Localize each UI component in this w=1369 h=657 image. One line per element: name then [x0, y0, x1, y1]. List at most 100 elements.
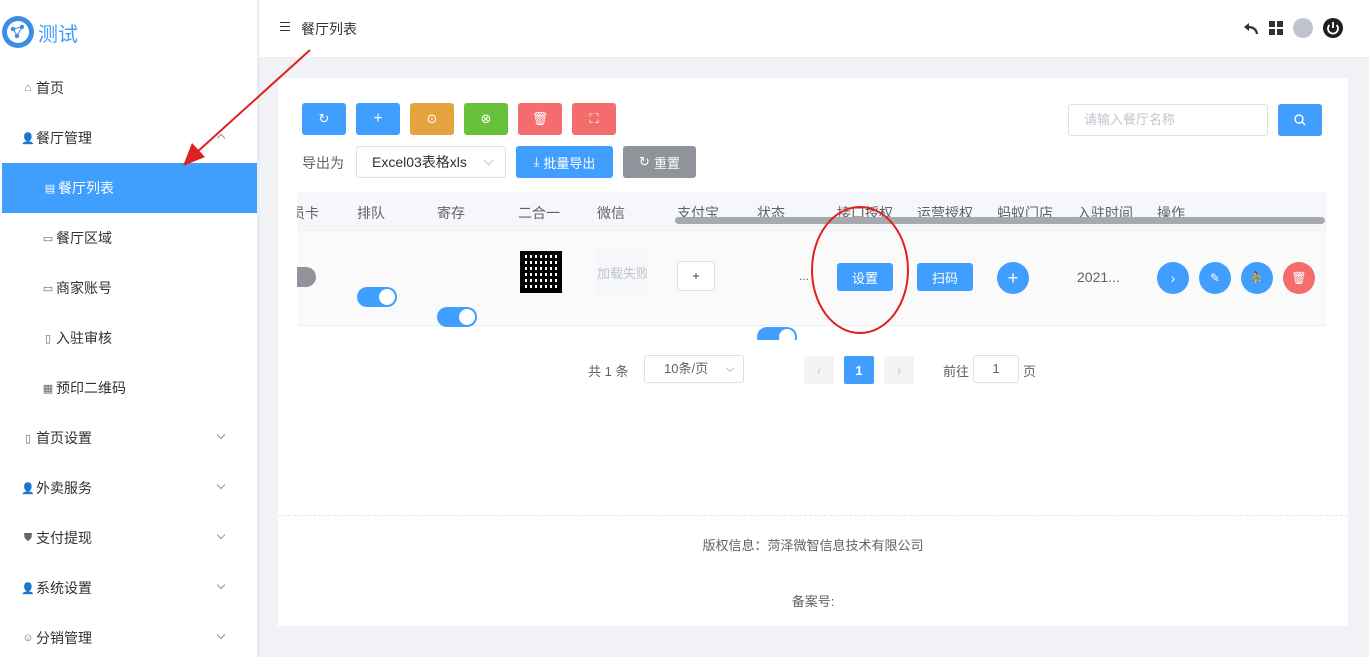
chevron-down-icon — [483, 155, 494, 166]
table-header: 会员卡 排队 寄存 二合一 微信 支付宝 状态 接口授权 运营授权 蚂蚁门店 入… — [297, 192, 1327, 231]
sidebar-item-merchant-account[interactable]: ▭ 商家账号 — [0, 263, 258, 313]
app-title: 测试 — [38, 23, 78, 46]
home-icon: ⌂ — [24, 82, 32, 94]
close-circle-icon: ⊗ — [480, 111, 492, 126]
refresh-button[interactable]: ↻ — [302, 103, 346, 135]
footer-divider — [278, 515, 1348, 516]
menu-toggle-icon[interactable] — [280, 22, 290, 32]
users-icon: ☺ — [22, 632, 34, 644]
view-button[interactable]: › — [1157, 262, 1189, 294]
sidebar-item-label: 预印二维码 — [56, 380, 126, 396]
logo-icon — [2, 16, 34, 48]
search-icon — [1294, 114, 1306, 126]
header-actions — [1243, 18, 1343, 38]
reset-button[interactable]: ↻ 重置 — [623, 146, 696, 178]
avatar[interactable] — [1293, 18, 1313, 38]
ops-auth-scan-button[interactable]: 扫码 — [917, 263, 973, 291]
col-storage: 寄存 — [437, 205, 465, 221]
prev-page-button[interactable]: ‹ — [804, 356, 834, 384]
sidebar: 测试 ⌂ 首页 👤 餐厅管理 ▤ 餐厅列表 ▭ 餐厅区域 ▭ 商家账号 ▯ 入驻… — [0, 0, 260, 657]
chevron-down-icon — [216, 480, 226, 490]
table-row: 加载失败 + ... 设置 扫码 + 2021... › ✎ ⛹ 🗑 — [297, 231, 1327, 340]
main-card: ↻ + ⊙ ⊗ 🗑 ⛶ 导出为 Excel03表格xls ⤓ 批量导出 ↻ 重置… — [278, 78, 1348, 626]
sidebar-item-label: 餐厅管理 — [36, 130, 92, 146]
export-format-value: Excel03表格xls — [372, 154, 467, 170]
refresh-icon: ↻ — [318, 111, 330, 126]
member-card-switch[interactable] — [297, 267, 316, 287]
card-icon: ▭ — [42, 282, 54, 295]
search-input[interactable]: 请输入餐厅名称 — [1068, 104, 1268, 136]
trash-icon: 🗑 — [1291, 271, 1307, 285]
batch-export-button[interactable]: ⤓ 批量导出 — [516, 146, 613, 178]
chevron-down-icon — [216, 580, 226, 590]
col-two-in-one: 二合一 — [518, 205, 560, 221]
sidebar-item-restaurant-list[interactable]: ▤ 餐厅列表 — [2, 163, 257, 213]
user-icon: 👤 — [21, 132, 35, 145]
back-icon[interactable] — [1243, 20, 1259, 36]
sidebar-item-label: 支付提现 — [36, 530, 92, 546]
col-wechat: 微信 — [597, 205, 625, 221]
status-switch[interactable] — [757, 327, 797, 340]
sidebar-item-restaurant-mgmt[interactable]: 👤 餐厅管理 — [0, 113, 258, 163]
user-button[interactable]: ⛹ — [1241, 262, 1273, 294]
delete-row-button[interactable]: 🗑 — [1283, 262, 1315, 294]
sidebar-item-preprint-qr[interactable]: ▦ 预印二维码 — [0, 363, 258, 413]
scan-icon: ⛶ — [589, 111, 599, 126]
qr-code-image[interactable] — [520, 251, 562, 293]
table-scrollbar[interactable] — [675, 217, 1325, 224]
sidebar-item-entry-review[interactable]: ▯ 入驻审核 — [0, 313, 258, 363]
ant-store-add-button[interactable]: + — [997, 262, 1029, 294]
sidebar-item-payment[interactable]: ⛊ 支付提现 — [0, 513, 258, 563]
sidebar-item-label: 分销管理 — [36, 630, 92, 646]
app-logo[interactable]: 测试 — [2, 14, 78, 50]
sidebar-item-label: 外卖服务 — [36, 480, 92, 496]
trash-icon: 🗑 — [531, 111, 549, 126]
disable-button[interactable]: ⊗ — [464, 103, 508, 135]
refresh-icon: ↻ — [639, 154, 650, 169]
export-label: 导出为 — [302, 155, 344, 171]
next-page-button[interactable]: › — [884, 356, 914, 384]
page-number-current[interactable]: 1 — [844, 356, 874, 384]
grid-icon[interactable] — [1269, 21, 1283, 35]
list-icon: ▤ — [44, 182, 56, 195]
chevron-down-icon — [725, 363, 735, 373]
document-icon: ▯ — [44, 332, 52, 345]
join-time: 2021... — [1077, 269, 1120, 285]
status-more: ... — [799, 269, 810, 283]
search-button[interactable] — [1278, 104, 1322, 136]
copyright-text: 版权信息：菏泽微智信息技术有限公司 — [702, 538, 924, 553]
sidebar-item-home[interactable]: ⌂ 首页 — [0, 63, 258, 113]
scan-button[interactable]: ⛶ — [572, 103, 616, 135]
chevron-up-icon — [216, 133, 226, 143]
col-member-card: 会员卡 — [297, 205, 319, 221]
sidebar-item-restaurant-area[interactable]: ▭ 餐厅区域 — [0, 213, 258, 263]
page-size-value: 10条/页 — [664, 361, 709, 376]
pagination-total: 共 1 条 — [588, 364, 629, 379]
power-icon[interactable] — [1323, 18, 1343, 38]
sidebar-item-label: 餐厅列表 — [58, 180, 114, 196]
page-unit-label: 页 — [1023, 364, 1037, 379]
delete-button[interactable]: 🗑 — [518, 103, 562, 135]
enable-button[interactable]: ⊙ — [410, 103, 454, 135]
download-icon: ⤓ — [533, 154, 540, 169]
page-size-select[interactable]: 10条/页 — [644, 355, 744, 383]
goto-page-input[interactable]: 1 — [973, 355, 1019, 383]
chevron-down-icon — [216, 430, 226, 440]
edit-button[interactable]: ✎ — [1199, 262, 1231, 294]
api-auth-settings-button[interactable]: 设置 — [837, 263, 893, 291]
sidebar-item-label: 首页 — [36, 80, 64, 96]
clipboard-icon: ▯ — [24, 432, 32, 445]
export-format-select[interactable]: Excel03表格xls — [356, 146, 506, 178]
sidebar-item-distribution[interactable]: ☺ 分销管理 — [0, 613, 258, 657]
sidebar-item-delivery[interactable]: 👤 外卖服务 — [0, 463, 258, 513]
alipay-add-button[interactable]: + — [677, 261, 715, 291]
queue-switch[interactable] — [357, 287, 397, 307]
sidebar-item-home-settings[interactable]: ▯ 首页设置 — [0, 413, 258, 463]
sidebar-item-label: 商家账号 — [56, 280, 112, 296]
storage-switch[interactable] — [437, 307, 477, 327]
add-button[interactable]: + — [356, 103, 400, 135]
chevron-down-icon — [216, 530, 226, 540]
sidebar-item-system-settings[interactable]: 👤 系统设置 — [0, 563, 258, 613]
check-circle-icon: ⊙ — [426, 111, 438, 126]
chevron-right-icon: › — [896, 362, 902, 378]
